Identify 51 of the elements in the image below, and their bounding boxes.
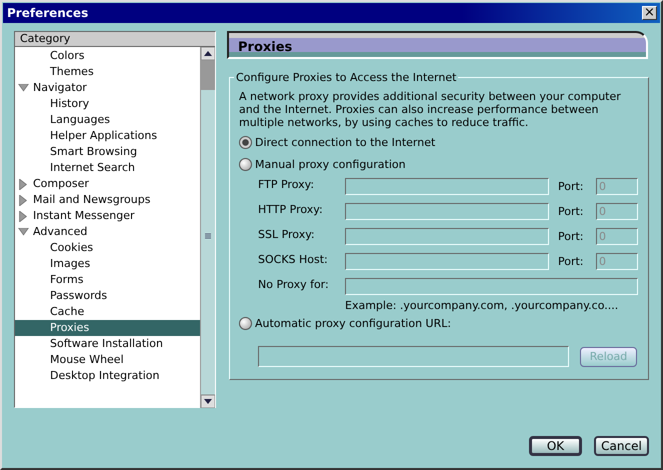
- expanded-triangle-icon[interactable]: [18, 228, 29, 236]
- radio-label[interactable]: Direct connection to the Internet: [255, 136, 436, 148]
- tree-item[interactable]: Passwords: [15, 288, 200, 304]
- tree-item[interactable]: Composer: [33, 176, 89, 192]
- tree-item[interactable]: Software Installation: [15, 336, 200, 352]
- tree-item[interactable]: Helper Applications: [15, 128, 200, 144]
- collapsed-triangle-icon[interactable]: [18, 210, 29, 222]
- tree-item[interactable]: Colors: [15, 48, 200, 64]
- tree-item[interactable]: Proxies: [15, 320, 200, 336]
- tree-item[interactable]: History: [15, 96, 200, 112]
- radio-label[interactable]: Automatic proxy configuration URL:: [255, 316, 452, 330]
- field-label: HTTP Proxy:: [258, 203, 324, 216]
- window-title: Preferences: [7, 6, 88, 20]
- collapsed-triangle-icon[interactable]: [18, 178, 29, 190]
- panel-title: Proxies: [227, 31, 648, 59]
- field-label: No Proxy for:: [258, 278, 330, 291]
- port-label: Port:: [557, 255, 585, 268]
- group-title: Configure Proxies to Access the Internet: [235, 71, 458, 84]
- tree-item[interactable]: Images: [15, 256, 200, 272]
- radio-button[interactable]: [239, 158, 252, 170]
- radio-button[interactable]: [239, 316, 252, 330]
- description: A network proxy provides additional security between your computer and the Internet. Proxies can also increase performance between multiple networks, by using caches to reduce traffic.: [239, 90, 622, 129]
- tree-item[interactable]: Desktop Integration: [15, 368, 200, 384]
- tree-item[interactable]: Internet Search: [15, 160, 200, 176]
- field-label: SSL Proxy:: [258, 228, 316, 241]
- scrollbar[interactable]: [200, 47, 215, 408]
- tree-item[interactable]: Cookies: [15, 240, 200, 256]
- tree-item[interactable]: Mouse Wheel: [15, 352, 200, 368]
- tree-item[interactable]: Languages: [15, 112, 200, 128]
- tree-item[interactable]: Themes: [15, 64, 200, 80]
- port-label: Port:: [557, 205, 585, 218]
- example-text: Example: .yourcompany.com, .yourcompany.co....: [345, 299, 620, 312]
- radio-label[interactable]: Manual proxy configuration: [255, 158, 406, 170]
- collapsed-triangle-icon[interactable]: [18, 194, 29, 206]
- tree-item[interactable]: Mail and Newsgroups: [33, 192, 150, 208]
- close-button[interactable]: ×: [642, 6, 657, 20]
- tree-item[interactable]: Cache: [15, 304, 200, 320]
- ok-button[interactable]: OK: [529, 436, 582, 456]
- port-label: Port:: [557, 180, 585, 193]
- expanded-triangle-icon[interactable]: [18, 84, 29, 92]
- column-header[interactable]: Category: [15, 32, 215, 47]
- field-label: FTP Proxy:: [258, 178, 316, 191]
- cancel-button[interactable]: Cancel: [594, 436, 649, 456]
- tree-item[interactable]: Navigator: [33, 80, 87, 96]
- port-label: Port:: [557, 230, 585, 243]
- tree-item[interactable]: Instant Messenger: [33, 208, 135, 224]
- tree-item[interactable]: Smart Browsing: [15, 144, 200, 160]
- tree-item[interactable]: Advanced: [33, 224, 88, 240]
- tree-item[interactable]: Forms: [15, 272, 200, 288]
- radio-button[interactable]: [239, 136, 252, 148]
- field-label: SOCKS Host:: [258, 253, 329, 266]
